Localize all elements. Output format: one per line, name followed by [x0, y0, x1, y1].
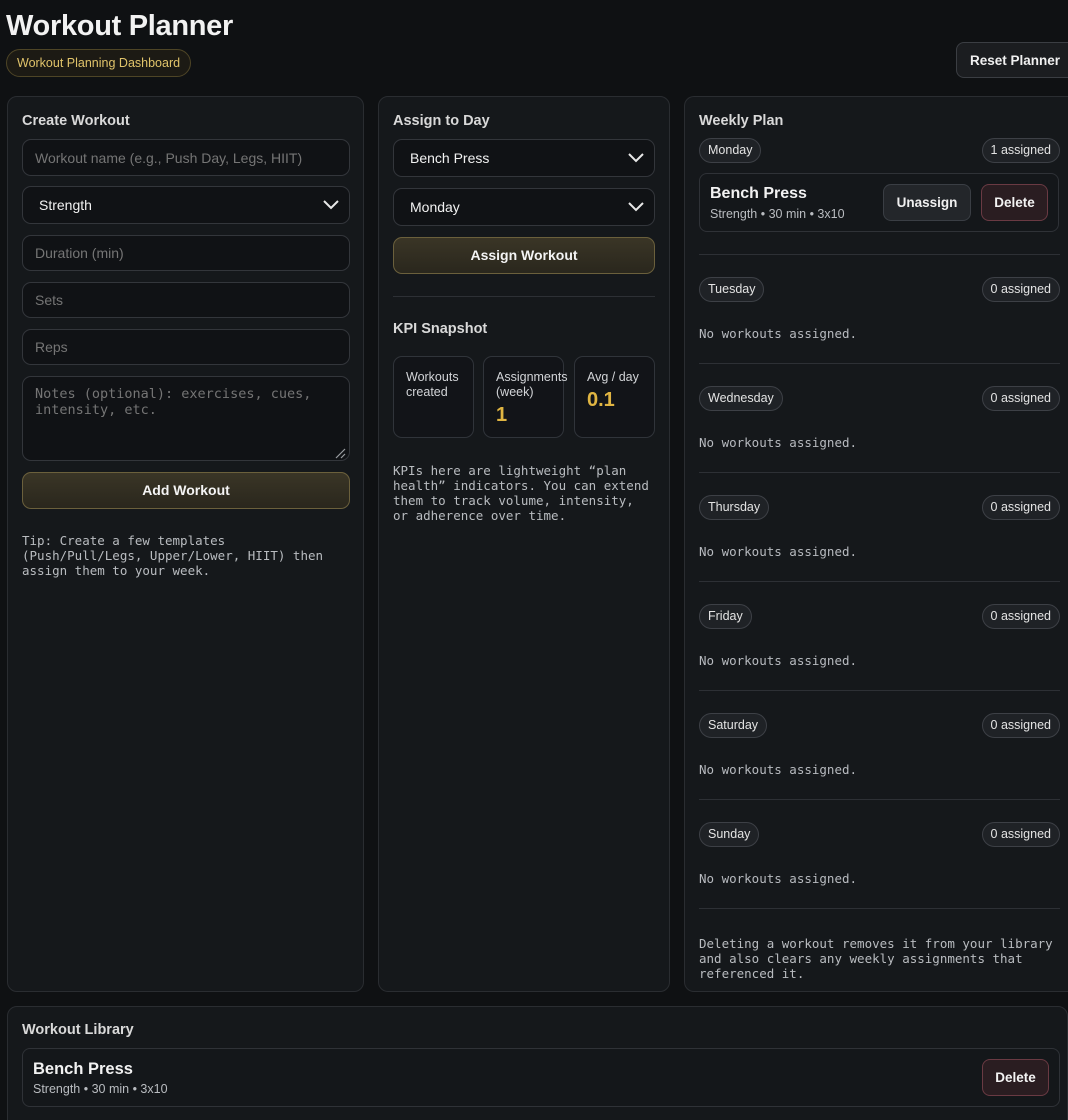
delete-button[interactable]: Delete [982, 1059, 1049, 1096]
day-label-sunday: Sunday [699, 822, 760, 847]
dashboard-badge: Workout Planning Dashboard [6, 49, 192, 77]
kpi-card-avg-per-day: Avg / day 0.1 [574, 356, 655, 438]
day-divider [699, 472, 1060, 473]
workout-name: Bench Press [710, 185, 807, 202]
weekly-plan-title: Weekly Plan [699, 113, 784, 129]
workout-meta: Strength • 30 min • 3x10 [33, 1082, 168, 1096]
day-label-wednesday: Wednesday [699, 386, 783, 411]
empty-message: No workouts assigned. [699, 544, 858, 559]
chevron-down-icon [628, 202, 644, 212]
create-tip: Tip: Create a few templates (Push/Pull/L… [22, 533, 324, 578]
assigned-workout-card: Bench Press Strength • 30 min • 3x10 Una… [699, 173, 1059, 232]
assigned-count-thursday: 0 assigned [981, 495, 1060, 520]
empty-message: No workouts assigned. [699, 326, 858, 341]
kpi-value: 0.1 [587, 389, 615, 411]
assigned-count-sunday: 0 assigned [981, 822, 1060, 847]
assigned-count-monday: 1 assigned [981, 138, 1060, 163]
day-divider [699, 690, 1060, 691]
workout-name-input[interactable] [22, 139, 350, 176]
library-item-card: Bench Press Strength • 30 min • 3x10 Del… [22, 1048, 1060, 1107]
workout-type-value: Strength [39, 197, 92, 213]
kpi-label: Avg / day [587, 370, 639, 384]
chevron-down-icon [323, 200, 339, 210]
weekly-footnote: Deleting a workout removes it from your … [699, 936, 1053, 981]
workout-library-panel: Workout Library Bench Press Strength • 3… [7, 1006, 1068, 1120]
kpi-card-workouts-created: Workouts created [393, 356, 474, 438]
assigned-count-friday: 0 assigned [981, 604, 1060, 629]
divider [393, 296, 655, 297]
chevron-down-icon [628, 153, 644, 163]
kpi-title: KPI Snapshot [393, 321, 488, 337]
workout-name: Bench Press [33, 1060, 133, 1078]
day-label-tuesday: Tuesday [699, 277, 765, 302]
page-title: Workout Planner [6, 10, 233, 42]
kpi-note: KPIs here are lightweight “plan health” … [393, 463, 649, 523]
workout-meta: Strength • 30 min • 3x10 [710, 207, 845, 221]
workout-library-title: Workout Library [22, 1022, 134, 1038]
resize-handle-icon[interactable] [334, 447, 346, 459]
empty-message: No workouts assigned. [699, 653, 858, 668]
assigned-count-tuesday: 0 assigned [981, 277, 1060, 302]
day-label-friday: Friday [699, 604, 752, 629]
assign-panel: Assign to Day Bench Press Monday Assign … [378, 96, 670, 992]
create-workout-title: Create Workout [22, 113, 130, 129]
empty-message: No workouts assigned. [699, 871, 858, 886]
day-label-saturday: Saturday [699, 713, 768, 738]
day-select-value: Monday [410, 199, 460, 215]
assign-workout-button[interactable]: Assign Workout [393, 237, 655, 274]
day-divider [699, 581, 1060, 582]
kpi-card-assignments: Assignments (week) 1 [483, 356, 568, 438]
weekly-plan-panel: Weekly Plan Monday 1 assigned Bench Pres… [684, 96, 1068, 992]
kpi-label: Workouts created [406, 370, 459, 399]
assigned-count-saturday: 0 assigned [981, 713, 1060, 738]
unassign-button[interactable]: Unassign [883, 184, 971, 221]
workout-select[interactable]: Bench Press [393, 139, 655, 177]
add-workout-button[interactable]: Add Workout [22, 472, 350, 509]
assigned-count-wednesday: 0 assigned [981, 386, 1060, 411]
assign-title: Assign to Day [393, 113, 490, 129]
day-select[interactable]: Monday [393, 188, 655, 226]
empty-message: No workouts assigned. [699, 435, 858, 450]
create-workout-panel: Create Workout Strength Add Workout Tip:… [7, 96, 364, 992]
day-divider [699, 363, 1060, 364]
reps-input[interactable] [22, 329, 350, 365]
day-divider [699, 254, 1060, 255]
notes-textarea[interactable] [22, 376, 350, 461]
duration-input[interactable] [22, 235, 350, 271]
sets-input[interactable] [22, 282, 350, 318]
kpi-value: 1 [496, 404, 508, 426]
workout-type-select[interactable]: Strength [22, 186, 350, 224]
day-label-thursday: Thursday [699, 495, 770, 520]
workout-select-value: Bench Press [410, 150, 490, 166]
day-divider [699, 908, 1060, 909]
reset-planner-button[interactable]: Reset Planner [956, 42, 1068, 78]
day-divider [699, 799, 1060, 800]
day-label-monday: Monday [699, 138, 762, 163]
kpi-label: Assignments (week) [496, 370, 568, 399]
empty-message: No workouts assigned. [699, 762, 858, 777]
delete-button[interactable]: Delete [981, 184, 1048, 221]
